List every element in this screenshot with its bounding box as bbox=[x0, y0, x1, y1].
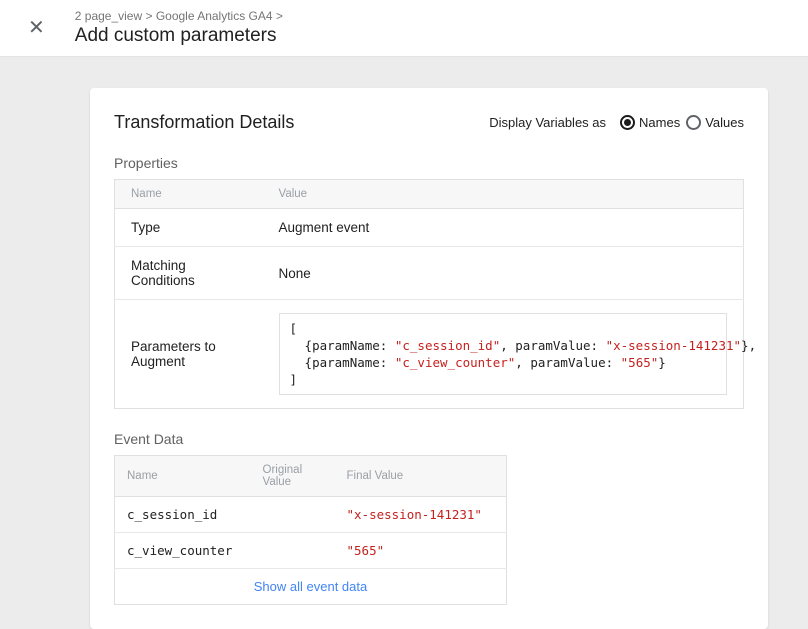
property-name: Type bbox=[115, 209, 263, 247]
main-area: Transformation Details Display Variables… bbox=[0, 57, 808, 593]
properties-table: Name Value Type Augment event Matching C… bbox=[114, 179, 744, 409]
properties-section-label: Properties bbox=[114, 155, 744, 171]
page-title: Add custom parameters bbox=[75, 25, 283, 47]
radio-option-values[interactable]: Values bbox=[686, 115, 744, 130]
event-final-value: "x-session-141231" bbox=[335, 497, 507, 533]
display-variables-label: Display Variables as bbox=[489, 115, 606, 130]
radio-unselected-icon[interactable] bbox=[686, 115, 701, 130]
event-col-final-value: Final Value bbox=[335, 456, 507, 497]
properties-col-value: Value bbox=[263, 180, 744, 209]
top-bar: ✕ 2 page_view > Google Analytics GA4 > A… bbox=[0, 0, 808, 57]
radio-names-label: Names bbox=[639, 115, 680, 130]
table-row: Parameters to Augment [ {paramName: "c_s… bbox=[115, 300, 744, 409]
parameters-code-block: [ {paramName: "c_session_id", paramValue… bbox=[279, 313, 728, 395]
radio-option-names[interactable]: Names bbox=[620, 115, 680, 130]
breadcrumb[interactable]: 2 page_view > Google Analytics GA4 > bbox=[75, 9, 283, 23]
event-data-footer-row: Show all event data bbox=[115, 569, 507, 605]
property-value: None bbox=[263, 247, 744, 300]
show-all-event-data-link[interactable]: Show all event data bbox=[254, 579, 367, 594]
transformation-details-card: Transformation Details Display Variables… bbox=[90, 88, 768, 629]
display-variables-toggle: Display Variables as Names Values bbox=[489, 115, 744, 130]
property-name: Parameters to Augment bbox=[115, 300, 263, 409]
radio-values-label: Values bbox=[705, 115, 744, 130]
property-value: Augment event bbox=[263, 209, 744, 247]
table-row: Matching Conditions None bbox=[115, 247, 744, 300]
event-data-header-row: Name Original Value Final Value bbox=[115, 456, 507, 497]
event-param-name: c_view_counter bbox=[115, 533, 255, 569]
table-row: c_view_counter "565" bbox=[115, 533, 507, 569]
event-data-section-label: Event Data bbox=[114, 431, 744, 447]
event-original-value bbox=[255, 497, 335, 533]
event-param-name: c_session_id bbox=[115, 497, 255, 533]
table-row: Type Augment event bbox=[115, 209, 744, 247]
event-final-value: "565" bbox=[335, 533, 507, 569]
property-value: [ {paramName: "c_session_id", paramValue… bbox=[263, 300, 744, 409]
radio-selected-icon[interactable] bbox=[620, 115, 635, 130]
close-icon[interactable]: ✕ bbox=[24, 14, 49, 42]
table-row: c_session_id "x-session-141231" bbox=[115, 497, 507, 533]
properties-col-name: Name bbox=[115, 180, 263, 209]
card-title: Transformation Details bbox=[114, 112, 294, 133]
property-name: Matching Conditions bbox=[115, 247, 263, 300]
event-col-name: Name bbox=[115, 456, 255, 497]
event-data-table: Name Original Value Final Value c_sessio… bbox=[114, 455, 507, 605]
properties-header-row: Name Value bbox=[115, 180, 744, 209]
event-col-original-value: Original Value bbox=[255, 456, 335, 497]
title-block: 2 page_view > Google Analytics GA4 > Add… bbox=[75, 9, 283, 47]
event-original-value bbox=[255, 533, 335, 569]
card-header: Transformation Details Display Variables… bbox=[114, 112, 744, 133]
